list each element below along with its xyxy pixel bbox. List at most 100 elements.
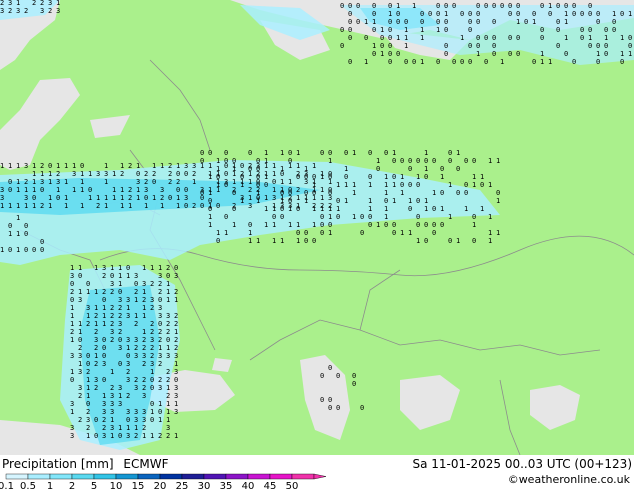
svg-text:1: 1 [166,416,170,424]
svg-text:3: 3 [134,416,138,424]
svg-text:1: 1 [388,10,392,18]
svg-text:2: 2 [168,178,172,186]
svg-text:0: 0 [86,400,90,408]
svg-text:2: 2 [144,178,148,186]
svg-text:2: 2 [166,432,170,440]
svg-text:1: 1 [126,272,130,280]
svg-text:1: 1 [420,26,424,34]
svg-text:0: 0 [404,58,408,66]
svg-text:2: 2 [134,288,138,296]
svg-text:1: 1 [404,42,408,50]
svg-text:1: 1 [628,10,632,18]
svg-text:1: 1 [64,202,68,210]
svg-text:3: 3 [0,186,4,194]
svg-text:1: 1 [548,2,552,10]
svg-text:1: 1 [280,178,284,186]
svg-text:1: 1 [152,194,156,202]
svg-text:1: 1 [16,202,20,210]
svg-text:1: 1 [142,432,146,440]
legend-swatch [49,473,73,480]
svg-text:1: 1 [136,162,140,170]
svg-text:0: 0 [356,18,360,26]
svg-text:3: 3 [110,392,114,400]
svg-text:1: 1 [344,181,348,189]
svg-text:0: 0 [464,157,468,165]
svg-text:2: 2 [40,202,44,210]
svg-text:0: 0 [484,2,488,10]
svg-text:2: 2 [102,272,106,280]
svg-text:2: 2 [142,360,146,368]
color-legend: 0.1 0.5 1 2 5 10 15 20 25 30 35 40 45 50 [0,473,327,490]
svg-text:1: 1 [352,181,356,189]
svg-text:0: 0 [208,205,212,213]
svg-text:0: 0 [436,58,440,66]
svg-text:0: 0 [476,18,480,26]
svg-text:0: 0 [102,336,106,344]
svg-text:1: 1 [456,237,460,245]
svg-text:3: 3 [158,312,162,320]
svg-text:0: 0 [78,336,82,344]
svg-text:3: 3 [158,304,162,312]
svg-text:1: 1 [142,304,146,312]
svg-text:1: 1 [94,264,98,272]
svg-text:0: 0 [628,34,632,42]
svg-text:3: 3 [134,384,138,392]
svg-text:0: 0 [8,222,12,230]
svg-text:3: 3 [150,296,154,304]
svg-text:2: 2 [110,336,114,344]
svg-text:0: 0 [288,197,292,205]
svg-text:0: 0 [416,221,420,229]
svg-text:1: 1 [56,0,60,7]
svg-text:1: 1 [328,213,332,221]
svg-text:0: 0 [464,181,468,189]
svg-text:2: 2 [176,178,180,186]
svg-text:3: 3 [158,272,162,280]
svg-text:2: 2 [118,304,122,312]
svg-text:0: 0 [604,26,608,34]
svg-text:2: 2 [126,392,130,400]
svg-text:1: 1 [280,237,284,245]
svg-text:1: 1 [174,400,178,408]
svg-text:0: 0 [368,149,372,157]
svg-text:1: 1 [134,296,138,304]
svg-text:2: 2 [118,328,122,336]
svg-text:1: 1 [408,197,412,205]
svg-text:1: 1 [344,165,348,173]
svg-text:0: 0 [492,18,496,26]
svg-text:1: 1 [64,194,68,202]
svg-text:2: 2 [296,186,300,194]
svg-text:1: 1 [120,186,124,194]
svg-text:2: 2 [118,312,122,320]
svg-text:0: 0 [86,360,90,368]
svg-text:1: 1 [110,368,114,376]
svg-text:0: 0 [372,10,376,18]
svg-text:0: 0 [320,396,324,404]
svg-text:1: 1 [86,392,90,400]
svg-text:3: 3 [126,336,130,344]
svg-text:0: 0 [388,58,392,66]
svg-text:1: 1 [488,157,492,165]
svg-text:0: 0 [416,197,420,205]
svg-text:1: 1 [176,162,180,170]
svg-text:1: 1 [368,181,372,189]
svg-text:0: 0 [272,213,276,221]
svg-text:3: 3 [70,424,74,432]
svg-text:3: 3 [166,352,170,360]
svg-text:1: 1 [296,162,300,170]
svg-text:1: 1 [396,34,400,42]
svg-text:0: 0 [468,18,472,26]
svg-text:1: 1 [8,162,12,170]
legend-label: 15 [132,481,145,490]
svg-text:0: 0 [102,344,106,352]
svg-text:2: 2 [86,424,90,432]
svg-text:1: 1 [264,205,268,213]
svg-text:1: 1 [280,197,284,205]
svg-text:0: 0 [336,197,340,205]
svg-text:0: 0 [388,26,392,34]
svg-text:0: 0 [444,26,448,34]
legend-swatch [181,473,205,480]
svg-text:1: 1 [166,344,170,352]
svg-text:3: 3 [134,408,138,416]
svg-text:0: 0 [540,34,544,42]
svg-text:1: 1 [372,42,376,50]
